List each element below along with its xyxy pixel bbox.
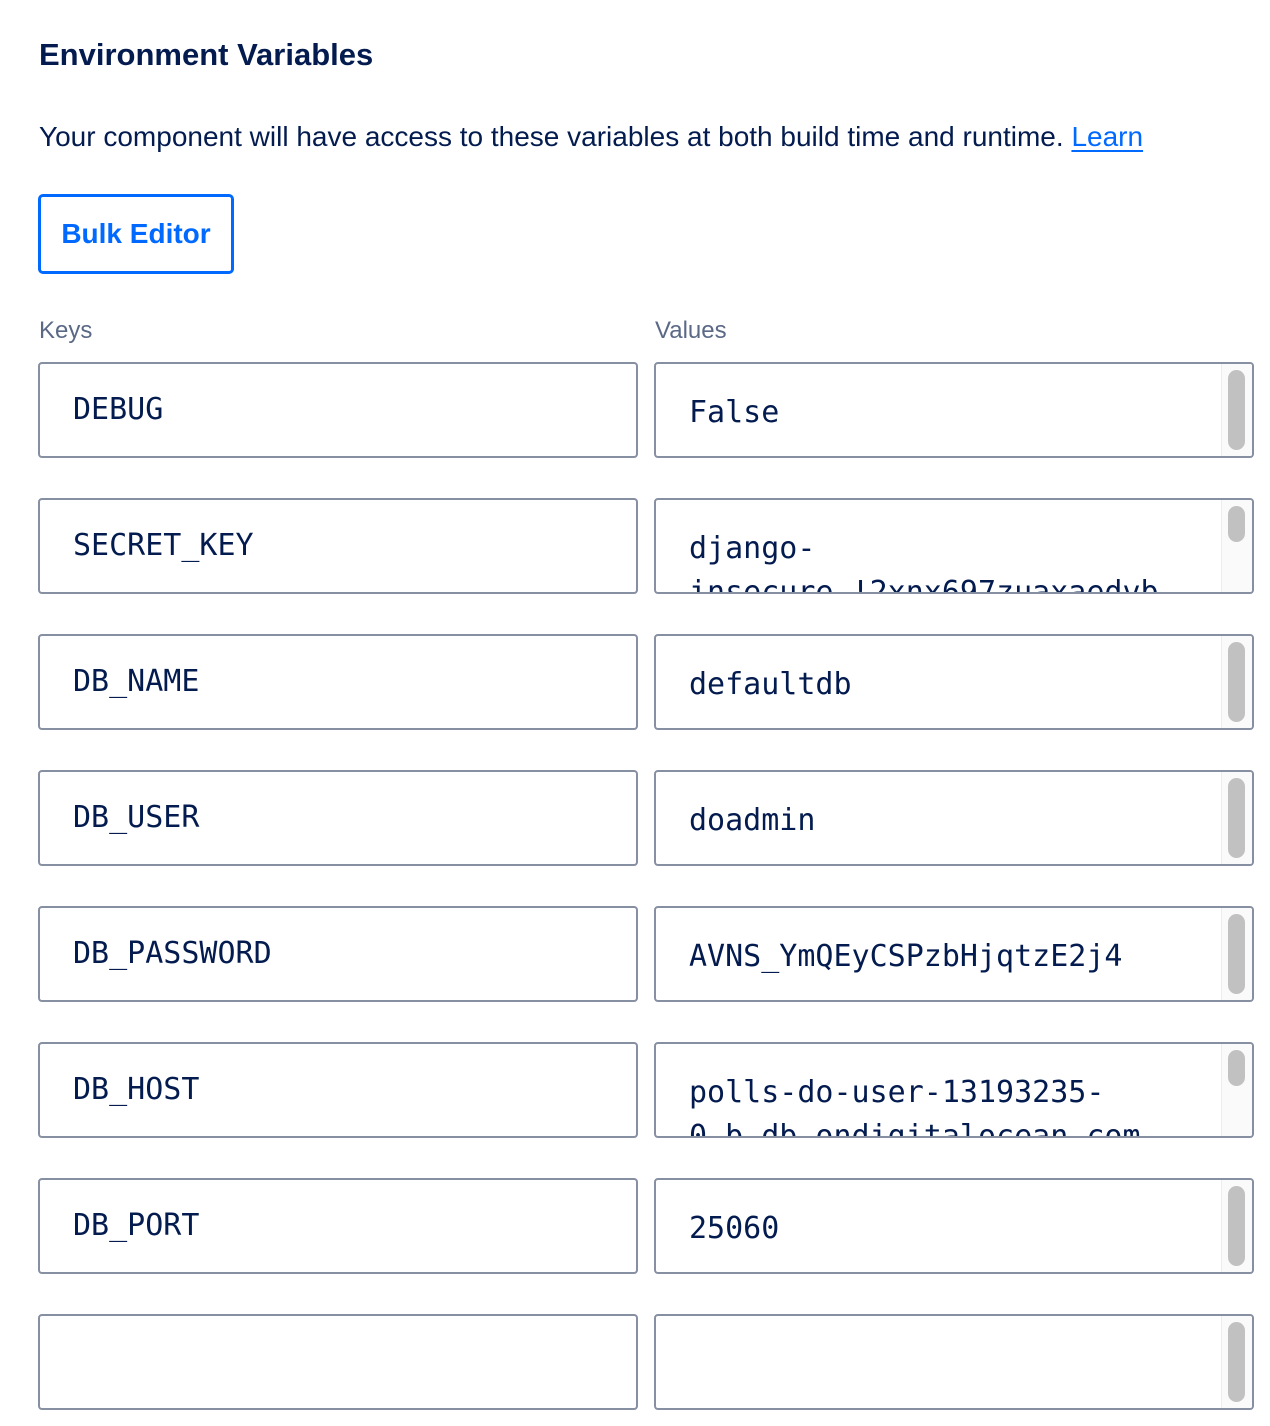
env-vars-panel: Environment Variables Your component wil…	[0, 0, 1270, 1426]
value-scrollbar[interactable]	[1221, 1044, 1252, 1136]
value-text: 25060	[689, 1211, 780, 1246]
variable-row: DB_PORT 25060	[38, 1178, 1270, 1274]
section-title: Environment Variables	[39, 37, 374, 72]
key-input[interactable]: DB_PASSWORD	[38, 906, 638, 1002]
key-input[interactable]: DB_PORT	[38, 1178, 638, 1274]
scrollbar-thumb[interactable]	[1228, 370, 1245, 450]
value-input[interactable]: defaultdb	[654, 634, 1254, 730]
value-input[interactable]: django- insecure-!2xnx697zuaxaedvb	[654, 498, 1254, 594]
scrollbar-thumb[interactable]	[1228, 914, 1245, 994]
keys-column-label: Keys	[39, 317, 93, 344]
variable-row: DB_USER doadmin	[38, 770, 1270, 866]
value-input[interactable]: polls-do-user-13193235- 0.b.db.ondigital…	[654, 1042, 1254, 1138]
variable-row-empty	[38, 1314, 1270, 1410]
value-text: False	[689, 395, 780, 430]
description-text: Your component will have access to these…	[39, 121, 1064, 152]
value-scrollbar[interactable]	[1221, 500, 1252, 592]
key-input[interactable]: DB_NAME	[38, 634, 638, 730]
value-input[interactable]	[654, 1314, 1254, 1410]
value-text: AVNS_YmQEyCSPzbHjqtzE2j4	[689, 939, 1123, 974]
value-text: polls-do-user-13193235- 0.b.db.ondigital…	[689, 1075, 1141, 1138]
value-scrollbar[interactable]	[1221, 1316, 1252, 1408]
scrollbar-thumb[interactable]	[1228, 1050, 1245, 1086]
value-text: defaultdb	[689, 667, 852, 702]
values-column-label: Values	[655, 317, 727, 344]
value-scrollbar[interactable]	[1221, 772, 1252, 864]
key-input[interactable]: DEBUG	[38, 362, 638, 458]
bulk-editor-button[interactable]: Bulk Editor	[38, 194, 234, 274]
scrollbar-thumb[interactable]	[1228, 778, 1245, 858]
variable-row: DB_HOST polls-do-user-13193235- 0.b.db.o…	[38, 1042, 1270, 1138]
scrollbar-thumb[interactable]	[1228, 642, 1245, 722]
key-input[interactable]: DB_USER	[38, 770, 638, 866]
scrollbar-thumb[interactable]	[1228, 1186, 1245, 1266]
key-input[interactable]: SECRET_KEY	[38, 498, 638, 594]
value-text: django- insecure-!2xnx697zuaxaedvb	[689, 531, 1159, 594]
scrollbar-thumb[interactable]	[1228, 506, 1245, 542]
variable-row: SECRET_KEY django- insecure-!2xnx697zuax…	[38, 498, 1270, 594]
value-input[interactable]: False	[654, 362, 1254, 458]
value-scrollbar[interactable]	[1221, 908, 1252, 1000]
section-description: Your component will have access to these…	[39, 118, 1143, 156]
variable-row: DEBUG False	[38, 362, 1270, 458]
learn-more-link[interactable]: Learn	[1071, 121, 1143, 152]
value-input[interactable]: AVNS_YmQEyCSPzbHjqtzE2j4	[654, 906, 1254, 1002]
key-input[interactable]	[38, 1314, 638, 1410]
value-scrollbar[interactable]	[1221, 636, 1252, 728]
key-input[interactable]: DB_HOST	[38, 1042, 638, 1138]
value-text: doadmin	[689, 803, 816, 838]
value-input[interactable]: 25060	[654, 1178, 1254, 1274]
scrollbar-thumb[interactable]	[1228, 1322, 1245, 1402]
value-scrollbar[interactable]	[1221, 364, 1252, 456]
value-scrollbar[interactable]	[1221, 1180, 1252, 1272]
variable-row: DB_NAME defaultdb	[38, 634, 1270, 730]
value-input[interactable]: doadmin	[654, 770, 1254, 866]
variable-row: DB_PASSWORD AVNS_YmQEyCSPzbHjqtzE2j4	[38, 906, 1270, 1002]
